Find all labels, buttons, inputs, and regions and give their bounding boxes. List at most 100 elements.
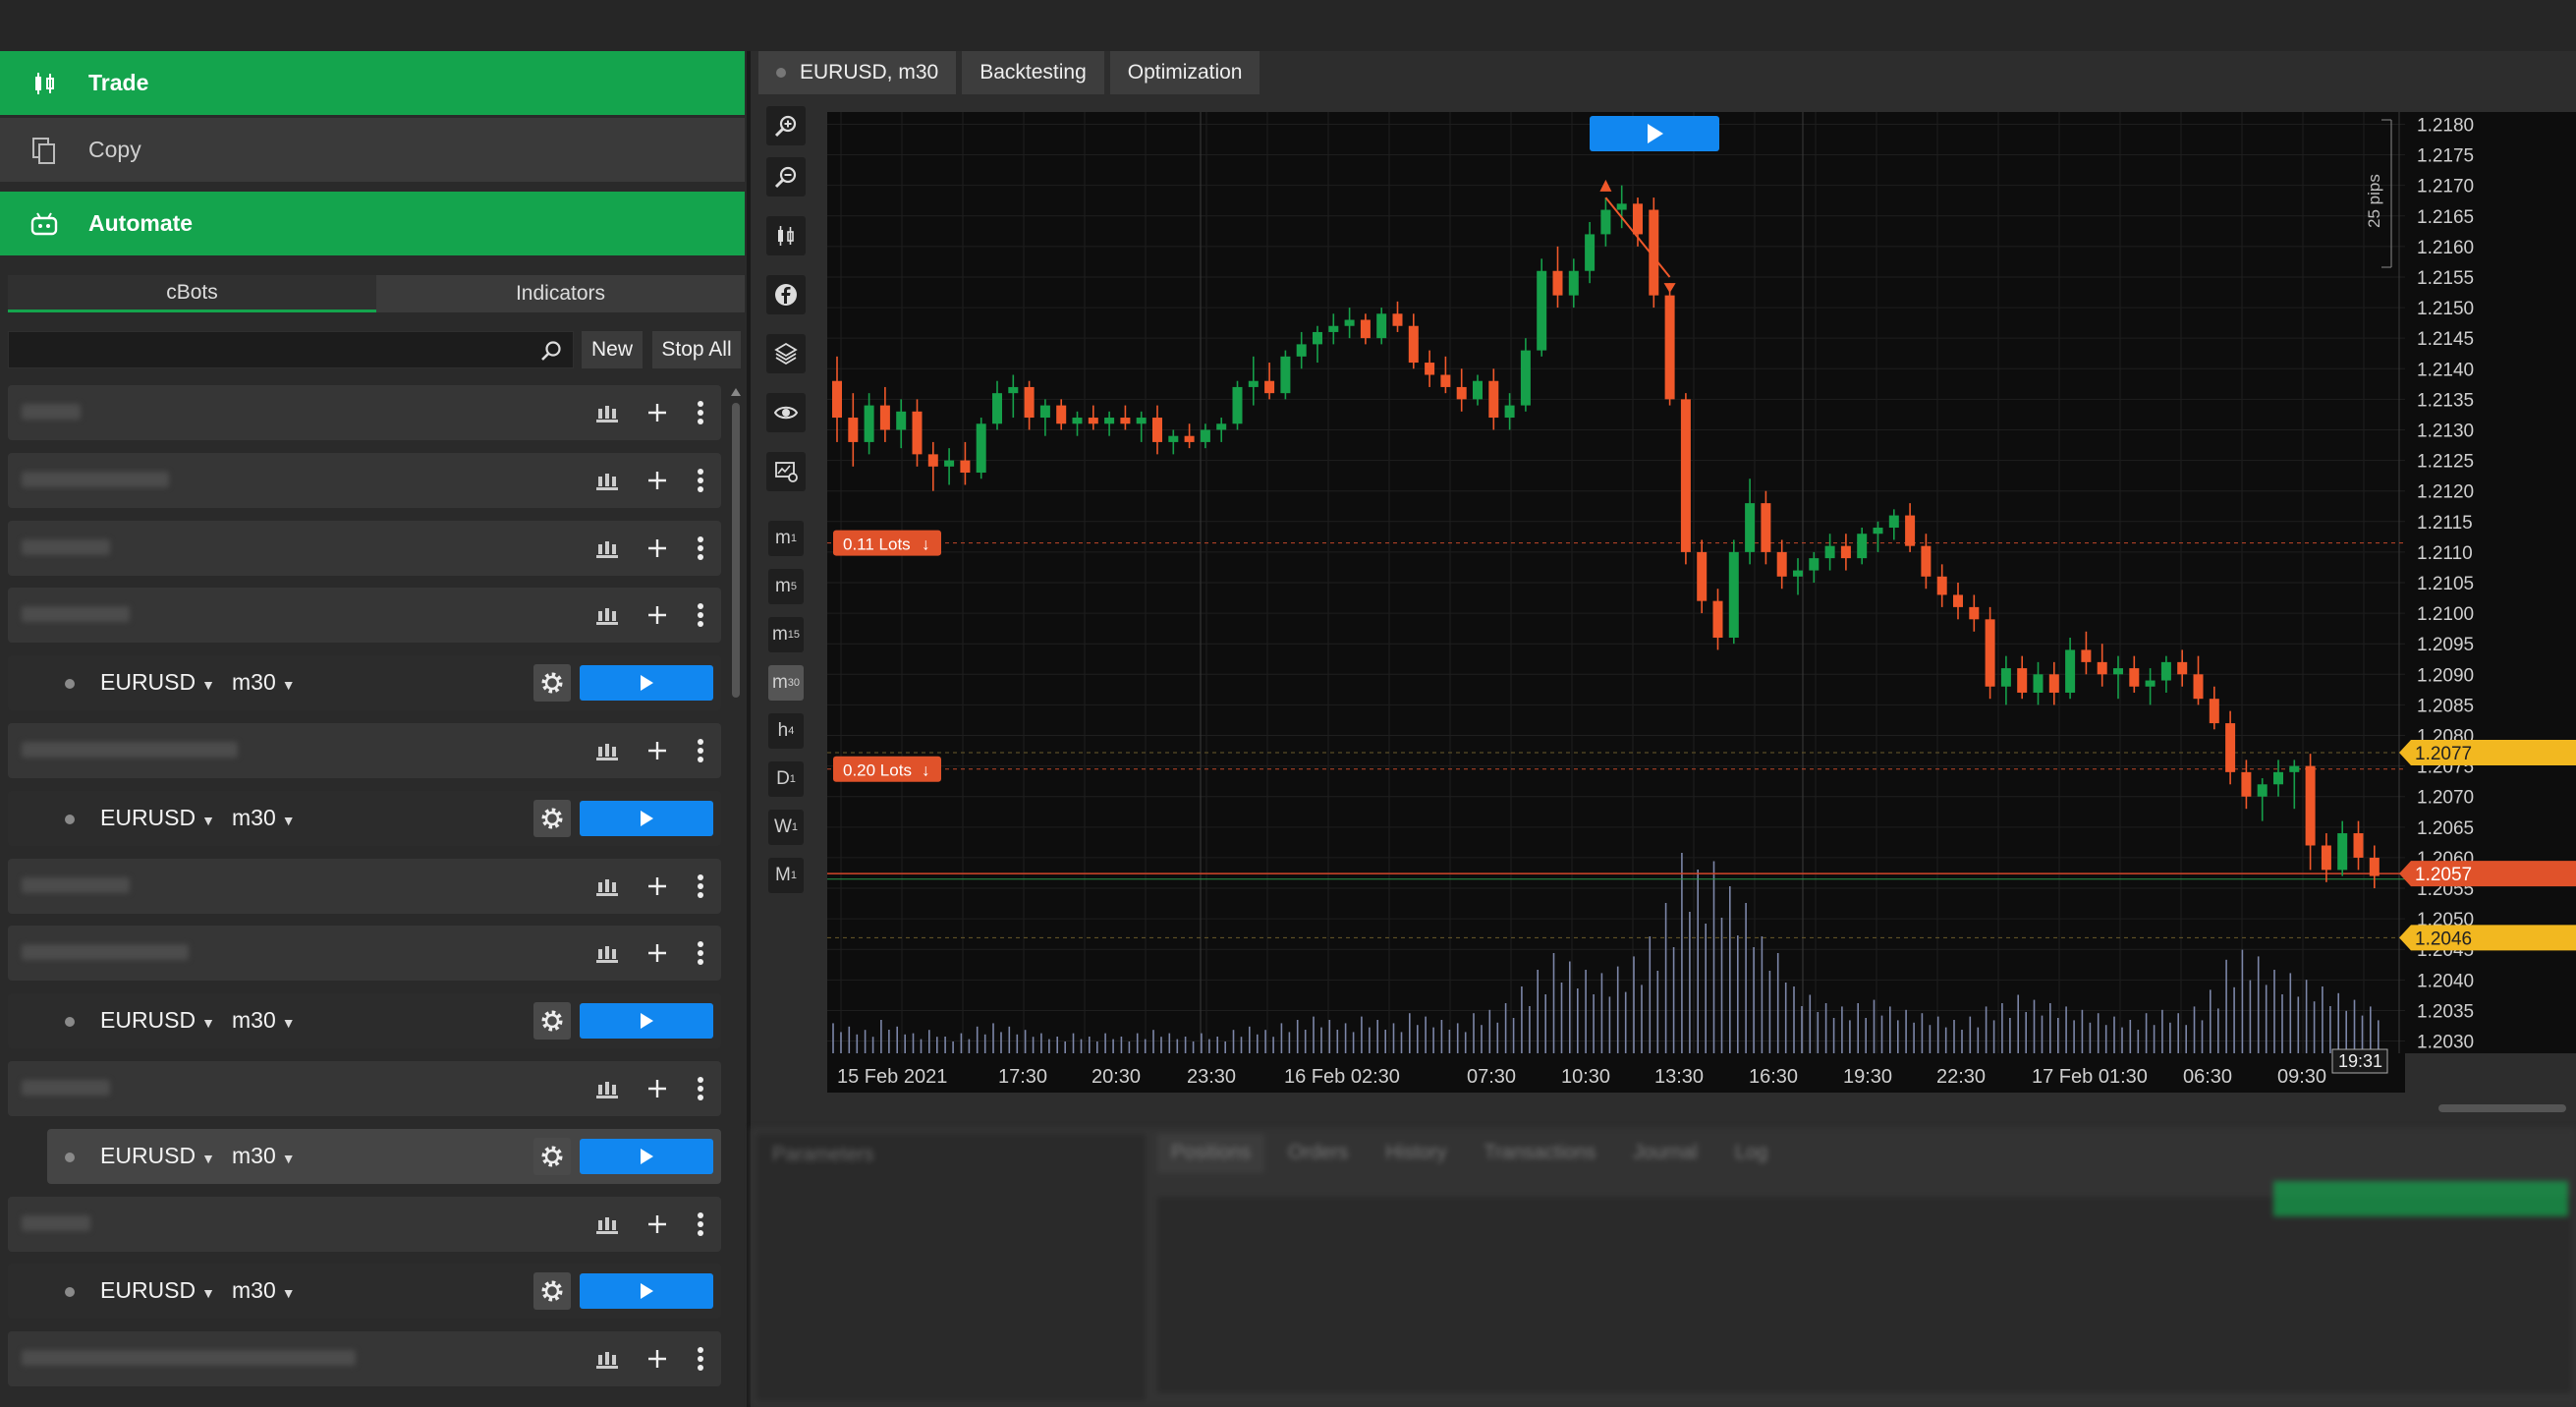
more-options-icon[interactable] [696,535,705,561]
candle-body[interactable] [944,460,955,467]
eye-icon[interactable] [766,393,806,432]
candle-body[interactable] [2209,699,2219,724]
candle-body[interactable] [1824,545,1835,559]
candle-body[interactable] [1008,386,1019,394]
tab-history[interactable]: History [1372,1134,1460,1173]
chart-scroll-thumb[interactable] [2438,1104,2566,1112]
candle-body[interactable] [2273,771,2283,785]
candle-body[interactable] [1344,319,1355,326]
candle-body[interactable] [1504,405,1515,419]
chart-settings-icon[interactable] [766,452,806,491]
candle-body[interactable] [1793,570,1803,577]
cbot-row[interactable] [8,588,721,643]
candle-body[interactable] [2305,765,2316,846]
cbot-row[interactable] [8,859,721,914]
nav-copy[interactable]: Copy [0,118,745,182]
candle-body[interactable] [1313,331,1322,345]
candle-body[interactable] [1392,313,1403,326]
backtest-icon[interactable] [595,1213,619,1235]
candle-body[interactable] [1552,270,1563,296]
timeframe-button[interactable]: M1 [768,858,804,893]
candle-body[interactable] [1056,405,1067,424]
timeframe-button[interactable]: m 15 [768,617,804,652]
timeframe-button[interactable]: m5 [768,569,804,604]
candle-body[interactable] [1809,558,1820,571]
tab-positions[interactable]: Positions [1157,1134,1265,1173]
instance-timeframe[interactable]: m30 ▼ [232,1277,296,1304]
add-instance-icon[interactable] [646,470,668,491]
candle-body[interactable] [960,460,971,474]
candle-body[interactable] [2353,833,2364,858]
add-instance-icon[interactable] [646,942,668,964]
zoom-in-icon[interactable] [766,106,806,145]
tab-eurusd-chart[interactable]: EURUSD, m30 [758,51,957,94]
candle-body[interactable] [2129,668,2140,687]
new-button[interactable]: New [582,331,643,368]
candle-body[interactable] [1473,380,1483,400]
more-options-icon[interactable] [696,1346,705,1372]
candle-body[interactable] [1537,270,1547,351]
backtest-icon[interactable] [595,942,619,964]
nav-trade[interactable]: Trade [0,51,745,115]
candle-body[interactable] [1456,386,1467,400]
add-instance-icon[interactable] [646,875,668,897]
candle-body[interactable] [2193,674,2204,700]
list-scrollbar[interactable] [729,385,743,1368]
candle-body[interactable] [1953,594,1963,607]
instance-symbol[interactable]: EURUSD ▼ [100,1277,215,1304]
search-input[interactable] [8,331,574,368]
candle-body[interactable] [1232,386,1243,424]
candle-body[interactable] [1248,380,1259,387]
candle-body[interactable] [1088,418,1098,424]
candle-body[interactable] [912,411,923,455]
candle-body[interactable] [2113,668,2123,675]
candle-body[interactable] [2145,680,2156,687]
cbot-row[interactable] [8,1061,721,1116]
candle-body[interactable] [992,393,1002,424]
start-instance-button[interactable] [580,801,713,836]
start-instance-button[interactable] [580,1139,713,1174]
candle-body[interactable] [1888,515,1899,529]
chart-scrollbar[interactable] [817,1102,2576,1114]
scroll-thumb[interactable] [732,403,740,698]
candle-body[interactable] [1488,380,1499,419]
backtest-icon[interactable] [595,604,619,626]
cbot-instance-row[interactable]: EURUSD ▼ m30 ▼ [8,1264,721,1319]
more-options-icon[interactable] [696,1076,705,1101]
chart-type-icon[interactable] [766,216,806,255]
candle-body[interactable] [1969,606,1980,620]
instance-settings-button[interactable] [533,1138,571,1175]
add-instance-icon[interactable] [646,740,668,761]
layers-icon[interactable] [766,334,806,373]
instance-settings-button[interactable] [533,800,571,837]
candle-body[interactable] [1664,295,1675,400]
candle-body[interactable] [2017,668,2028,693]
instance-symbol[interactable]: EURUSD ▼ [100,1143,215,1169]
instance-symbol[interactable]: EURUSD ▼ [100,669,215,696]
candle-body[interactable] [1873,528,1883,535]
chart-svg[interactable]: 1.2180 1.2175 1.2170 1.2165 1.2160 1.2155 1.21… [817,112,2576,1114]
candle-body[interactable] [1712,600,1723,638]
start-instance-button[interactable] [580,665,713,701]
stop-all-button[interactable]: Stop All [652,331,741,368]
candle-body[interactable] [2033,674,2044,693]
candle-body[interactable] [1440,374,1451,387]
cbot-instance-row[interactable]: EURUSD ▼ m30 ▼ [8,655,721,710]
start-instance-button[interactable] [580,1273,713,1309]
candle-body[interactable] [1280,356,1291,394]
add-instance-icon[interactable] [646,1078,668,1099]
candle-body[interactable] [1408,325,1419,364]
candle-body[interactable] [1216,423,1227,430]
cbot-row[interactable] [8,1197,721,1252]
candle-body[interactable] [1376,313,1387,339]
more-options-icon[interactable] [696,1211,705,1237]
cbot-instance-row[interactable]: EURUSD ▼ m30 ▼ [47,1129,721,1184]
candle-body[interactable] [1633,203,1643,235]
more-options-icon[interactable] [696,738,705,763]
candle-body[interactable] [1104,418,1115,424]
zoom-out-icon[interactable] [766,157,806,197]
candle-body[interactable] [1024,386,1035,419]
candle-body[interactable] [1905,515,1916,546]
start-instance-button[interactable] [580,1003,713,1039]
backtest-icon[interactable] [595,740,619,761]
